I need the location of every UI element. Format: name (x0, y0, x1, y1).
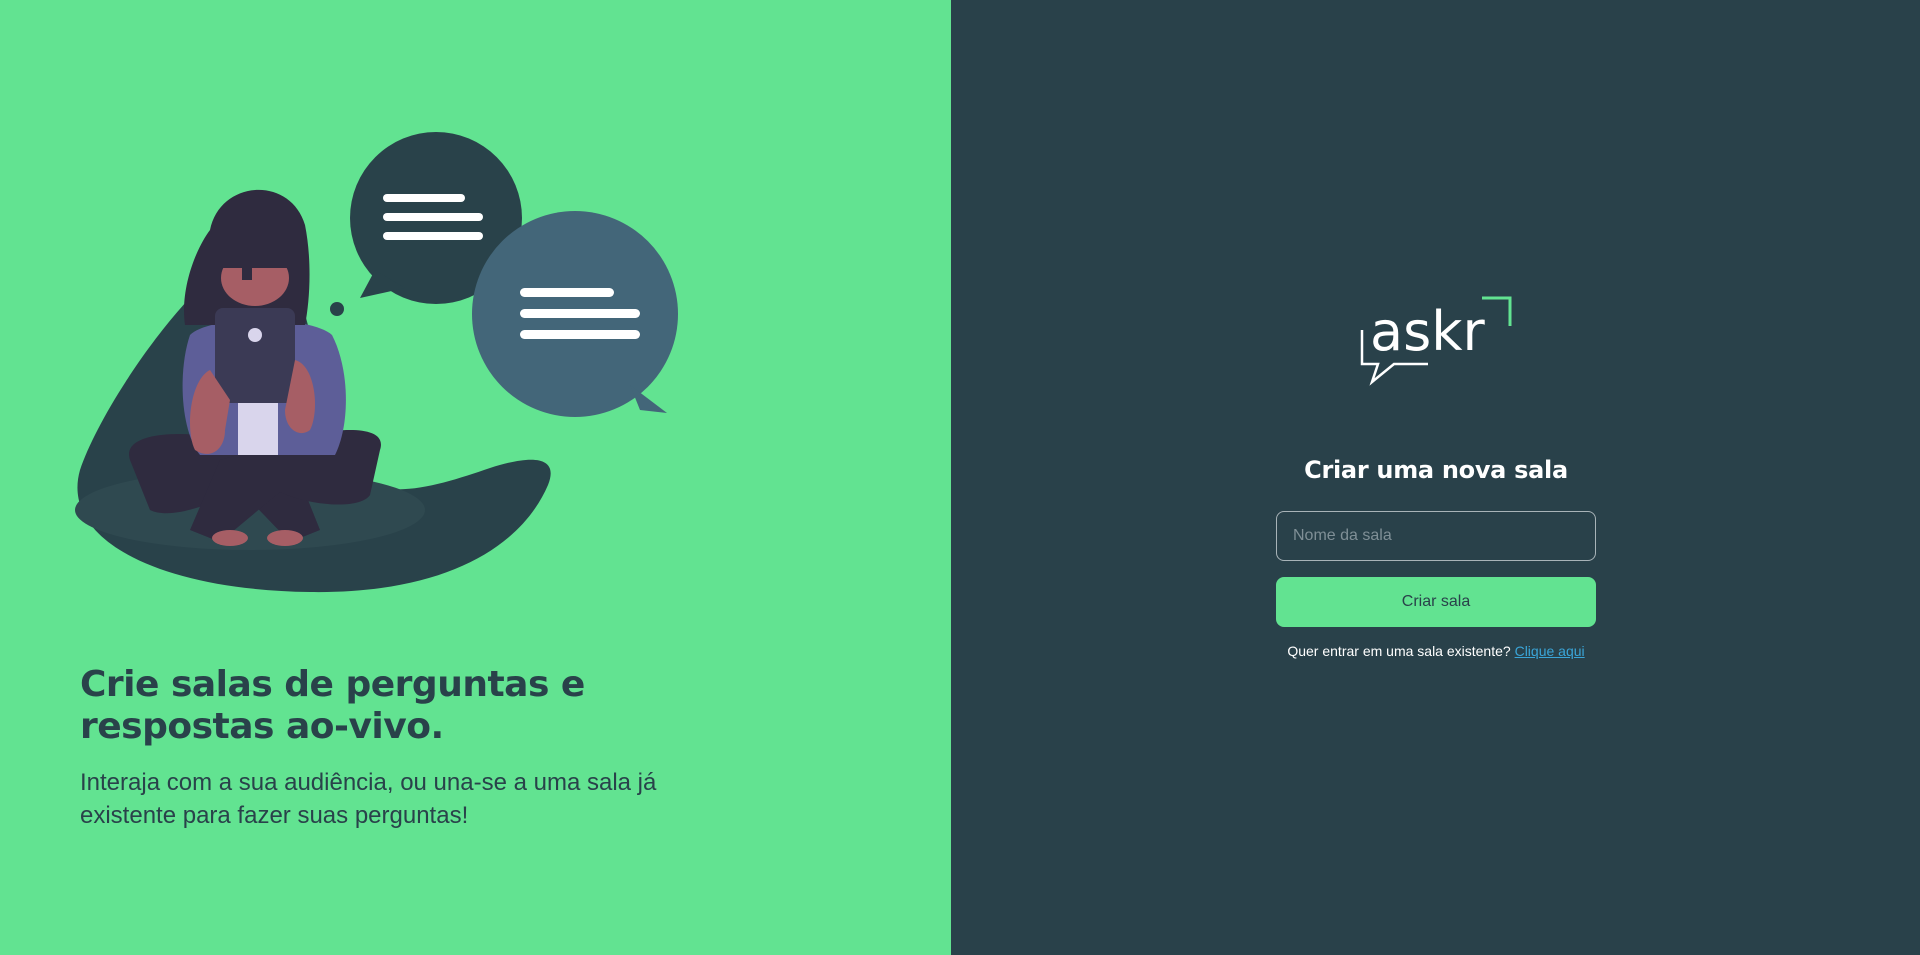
join-room-hint: Quer entrar em uma sala existente? Cliqu… (1287, 643, 1584, 659)
main-panel: askr Criar uma nova sala Criar sala Quer… (951, 0, 1920, 955)
join-room-link[interactable]: Clique aqui (1515, 643, 1585, 659)
create-room-form: askr Criar uma nova sala Criar sala Quer… (1276, 292, 1596, 659)
woman-chat-illustration-icon (75, 132, 678, 593)
askr-logo-icon: askr (1360, 296, 1512, 386)
page-title: Criar uma nova sala (1304, 456, 1568, 484)
aside-panel: Crie salas de perguntas e respostas ao-v… (0, 0, 951, 955)
aside-subtitle: Interaja com a sua audiência, ou una-se … (80, 769, 657, 829)
aside-title: Crie salas de perguntas e respostas ao-v… (80, 664, 585, 747)
logo-text: askr (1370, 300, 1485, 363)
room-name-input[interactable] (1276, 511, 1596, 561)
create-room-button[interactable]: Criar sala (1276, 577, 1596, 627)
join-room-prompt: Quer entrar em uma sala existente? (1287, 643, 1511, 659)
